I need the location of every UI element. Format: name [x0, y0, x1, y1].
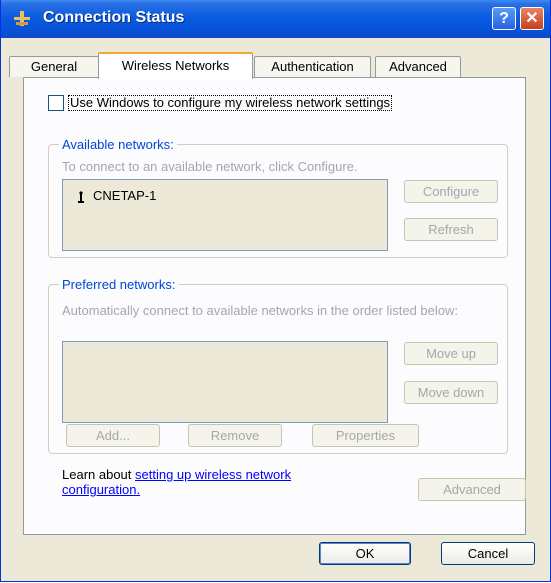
- properties-button[interactable]: Properties: [312, 424, 419, 447]
- preferred-networks-description: Automatically connect to available netwo…: [62, 303, 458, 318]
- connection-status-window: Connection Status ? ✕ General Wireless N…: [0, 0, 551, 582]
- refresh-button[interactable]: Refresh: [404, 218, 498, 241]
- network-connection-icon: [14, 11, 30, 26]
- list-item[interactable]: CNETAP-1: [76, 188, 156, 203]
- available-networks-list[interactable]: CNETAP-1: [62, 179, 388, 251]
- network-name: CNETAP-1: [93, 188, 157, 203]
- tab-advanced[interactable]: Advanced: [375, 56, 461, 77]
- use-windows-checkbox[interactable]: [48, 95, 64, 111]
- preferred-networks-group: Preferred networks: Automatically connec…: [48, 277, 508, 454]
- available-networks-title: Available networks:: [59, 137, 177, 152]
- preferred-networks-list[interactable]: [62, 341, 388, 423]
- wireless-networks-panel: Use Windows to configure my wireless net…: [23, 77, 526, 535]
- tab-authentication[interactable]: Authentication: [254, 56, 371, 77]
- remove-button[interactable]: Remove: [188, 424, 282, 447]
- close-button[interactable]: ✕: [520, 7, 544, 30]
- configure-button[interactable]: Configure: [404, 180, 498, 203]
- help-button[interactable]: ?: [492, 7, 516, 30]
- advanced-button[interactable]: Advanced: [418, 478, 526, 501]
- preferred-networks-title: Preferred networks:: [59, 277, 179, 292]
- move-down-button[interactable]: Move down: [404, 381, 498, 404]
- available-networks-description: To connect to an available network, clic…: [62, 159, 358, 174]
- title-bar[interactable]: Connection Status ? ✕: [1, 0, 550, 38]
- available-networks-group: Available networks: To connect to an ava…: [48, 137, 508, 258]
- use-windows-checkbox-label[interactable]: Use Windows to configure my wireless net…: [68, 95, 393, 111]
- tab-general[interactable]: General: [9, 56, 99, 77]
- add-button[interactable]: Add...: [66, 424, 160, 447]
- learn-about-prefix: Learn about: [62, 467, 136, 482]
- ok-button[interactable]: OK: [319, 542, 411, 565]
- learn-about-text: Learn about setting up wireless network …: [62, 467, 362, 497]
- move-up-button[interactable]: Move up: [404, 342, 498, 365]
- tab-strip: General Wireless Networks Authentication…: [1, 52, 550, 79]
- antenna-icon: [78, 190, 84, 203]
- tab-wireless-networks[interactable]: Wireless Networks: [98, 52, 253, 79]
- window-title: Connection Status: [43, 9, 185, 26]
- cancel-button[interactable]: Cancel: [441, 542, 535, 565]
